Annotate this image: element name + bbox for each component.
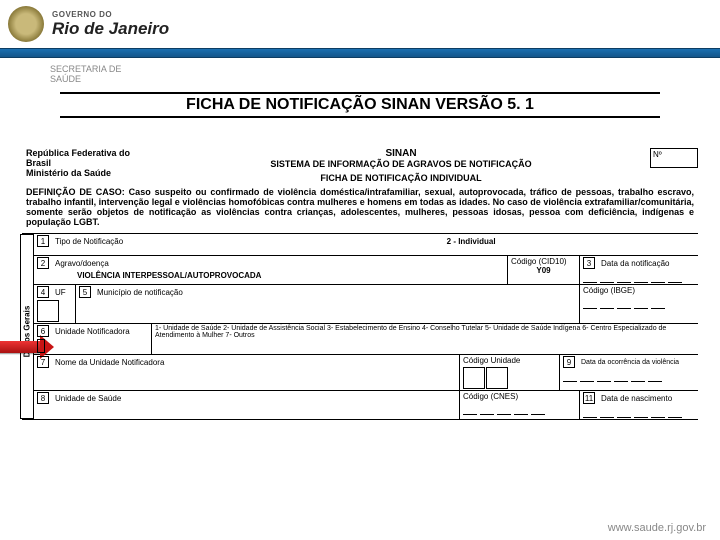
side-tab: Dados Gerais [20, 234, 34, 419]
form-grid: Dados Gerais 1 Tipo de Notificação 2 - I… [22, 233, 698, 420]
state-seal-icon [8, 6, 44, 42]
date-input [583, 271, 695, 283]
footer-url: www.saude.rj.gov.br [608, 522, 706, 534]
number-box: Nº [650, 148, 698, 168]
title-wrap: FICHA DE NOTIFICAÇÃO SINAN VERSÃO 5. 1 [60, 92, 660, 118]
row-1: 1 Tipo de Notificação 2 - Individual [34, 234, 698, 256]
state-name: Rio de Janeiro [52, 19, 169, 39]
form-name: FICHA DE NOTIFICAÇÃO INDIVIDUAL [156, 173, 646, 183]
field-label: Tipo de Notificação [55, 237, 123, 246]
row-6: 8 Unidade de Saúde Código (CNES) 11 Data… [34, 391, 698, 419]
brand: GOVERNO DO Rio de Janeiro [52, 10, 169, 39]
header: GOVERNO DO Rio de Janeiro [0, 0, 720, 48]
row-2: 2 Agravo/doença VIOLÊNCIA INTERPESSOAL/A… [34, 256, 698, 285]
field-value: 2 - Individual [247, 237, 695, 246]
country: República Federativa do Brasil [26, 148, 152, 168]
form-area: República Federativa do Brasil Ministéri… [22, 148, 698, 420]
gov-line: GOVERNO DO [52, 10, 169, 19]
row-4: 6 Unidade Notificadora 1- Unidade de Saú… [34, 324, 698, 355]
page-title: FICHA DE NOTIFICAÇÃO SINAN VERSÃO 5. 1 [60, 96, 660, 114]
row-5: 7 Nome da Unidade Notificadora Código Un… [34, 355, 698, 391]
system-full: SISTEMA DE INFORMAÇÃO DE AGRAVOS DE NOTI… [156, 159, 646, 169]
row-3: 4 UF 5 Município de notificação Código (… [34, 285, 698, 324]
ministry: Ministério da Saúde [26, 168, 152, 178]
form-header: República Federativa do Brasil Ministéri… [22, 148, 698, 183]
options-text: 1- Unidade de Saúde 2- Unidade de Assist… [155, 325, 695, 339]
sub-org: SECRETARIA DE SAÚDE [0, 58, 720, 84]
field-num: 1 [37, 235, 49, 247]
blue-bar [0, 48, 720, 58]
case-definition: DEFINIÇÃO DE CASO: Caso suspeito ou conf… [26, 187, 694, 227]
system-short: SINAN [156, 148, 646, 159]
